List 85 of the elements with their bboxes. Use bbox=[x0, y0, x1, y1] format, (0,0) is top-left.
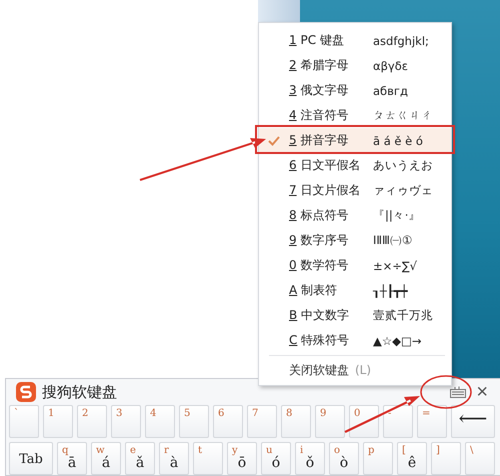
key-character: Tab bbox=[19, 452, 43, 467]
key-label: 7 bbox=[252, 408, 258, 419]
keyboard-key[interactable]: 2 bbox=[77, 405, 107, 438]
key-label: [ bbox=[402, 445, 406, 456]
key-label: y bbox=[232, 445, 238, 456]
key-label: u bbox=[266, 445, 272, 456]
key-label: 3 bbox=[116, 408, 122, 419]
menu-item[interactable]: 2 希腊字母 αβγδε bbox=[259, 53, 451, 78]
key-label: 6 bbox=[218, 408, 224, 419]
keyboard-key[interactable]: 9 bbox=[315, 405, 345, 438]
menu-item[interactable]: A 制表符 ┒┼┠┳┿ bbox=[259, 278, 451, 303]
key-label: r bbox=[164, 445, 169, 456]
keyboard-key[interactable]: [ ê bbox=[397, 442, 427, 475]
key-label: q bbox=[62, 445, 68, 456]
keyboard-key[interactable]: o ò bbox=[329, 442, 359, 475]
key-label: o bbox=[334, 445, 340, 456]
key-label: p bbox=[368, 445, 374, 456]
menu-item[interactable]: 0 数学符号 ±×÷∑√ bbox=[259, 253, 451, 278]
keyboard-key[interactable]: 1 bbox=[43, 405, 73, 438]
menu-item[interactable]: 5 拼音字母 ā á ě è ó bbox=[259, 128, 451, 153]
keyboard-key[interactable]: 8 bbox=[281, 405, 311, 438]
keyboard-key[interactable]: 6 bbox=[213, 405, 243, 438]
key-label: ` bbox=[14, 408, 19, 419]
menu-item[interactable]: 6 日文平假名 あいうえお bbox=[259, 153, 451, 178]
keyboard-title: 搜狗软键盘 bbox=[42, 382, 118, 402]
key-character: ǎ bbox=[136, 455, 144, 471]
key-label: 1 bbox=[48, 408, 54, 419]
keyboard-key[interactable]: 5 bbox=[179, 405, 209, 438]
close-button[interactable]: × bbox=[472, 380, 492, 404]
menu-item[interactable]: 7 日文片假名 ァィゥヴェ bbox=[259, 178, 451, 203]
keyboard-key[interactable]: ` bbox=[9, 405, 39, 438]
keyboard-key[interactable]: e ǎ bbox=[125, 442, 155, 475]
key-label: i bbox=[300, 445, 304, 456]
key-label: ] bbox=[436, 445, 440, 456]
key-character: à bbox=[170, 455, 178, 471]
key-label: 8 bbox=[286, 408, 292, 419]
key-character: ō bbox=[238, 455, 246, 471]
key-character: ó bbox=[272, 455, 280, 471]
keyboard-key[interactable]: i ǒ bbox=[295, 442, 325, 475]
keyboard-key[interactable]: 0 bbox=[349, 405, 379, 438]
tab-key[interactable]: Tab bbox=[9, 442, 53, 475]
keyboard-key[interactable]: u ó bbox=[261, 442, 291, 475]
key-character: á bbox=[102, 455, 110, 471]
keyboard-key[interactable]: r à bbox=[159, 442, 189, 475]
key-label: 4 bbox=[150, 408, 156, 419]
keyboard-key[interactable]: t bbox=[193, 442, 223, 475]
keyboard-key[interactable]: p bbox=[363, 442, 393, 475]
keyboard-key[interactable]: y ō bbox=[227, 442, 257, 475]
key-label: 5 bbox=[184, 408, 190, 419]
annotation-ellipse bbox=[420, 375, 472, 409]
keyboard-key[interactable]: w á bbox=[91, 442, 121, 475]
key-label: \ bbox=[470, 445, 474, 456]
key-character: ê bbox=[408, 455, 416, 471]
keyboard-key[interactable]: - bbox=[383, 405, 413, 438]
key-character: ā bbox=[68, 455, 76, 471]
menu-item[interactable]: B 中文数字 壹贰千万兆 bbox=[259, 303, 451, 328]
keyboard-key[interactable]: 7 bbox=[247, 405, 277, 438]
keyboard-key[interactable]: 4 bbox=[145, 405, 175, 438]
menu-item[interactable]: 3 俄文字母 абвгд bbox=[259, 78, 451, 103]
keyboard-key[interactable]: 3 bbox=[111, 405, 141, 438]
key-character: ò bbox=[340, 455, 348, 471]
keyboard-key[interactable]: ] bbox=[431, 442, 461, 475]
key-character: ǒ bbox=[306, 455, 314, 471]
keyboard-key[interactable]: = bbox=[417, 405, 447, 438]
key-label: 9 bbox=[320, 408, 326, 419]
menu-item[interactable]: 9 数字序号 ⅠⅡⅢ㈠① bbox=[259, 228, 451, 253]
key-label: - bbox=[388, 408, 392, 419]
menu-item[interactable]: 8 标点符号 『||々·』 bbox=[259, 203, 451, 228]
key-label: e bbox=[130, 445, 136, 456]
menu-item[interactable]: C 特殊符号 ▲☆◆□→ bbox=[259, 328, 451, 353]
backspace-key[interactable]: ⟵ bbox=[451, 405, 495, 438]
keyboard-key[interactable]: \ bbox=[465, 442, 495, 475]
menu-item[interactable]: 1 PC 键盘 asdfghjkl; bbox=[259, 28, 451, 53]
key-label: t bbox=[198, 445, 202, 456]
key-label: w bbox=[96, 445, 105, 456]
key-label: 0 bbox=[354, 408, 360, 419]
key-label: = bbox=[422, 408, 430, 419]
key-label: 2 bbox=[82, 408, 88, 419]
checkmark-icon bbox=[268, 136, 280, 146]
menu-item[interactable]: 关闭软键盘 (L) bbox=[259, 358, 451, 382]
keyboard-key[interactable]: q ā bbox=[57, 442, 87, 475]
logo-icon bbox=[16, 382, 36, 402]
keyboard-icon[interactable] bbox=[450, 386, 466, 398]
key-character: ⟵ bbox=[458, 406, 488, 430]
menu-item[interactable]: 4 注音符号 ㄆㄊㄍㄐㄔ bbox=[259, 103, 451, 128]
